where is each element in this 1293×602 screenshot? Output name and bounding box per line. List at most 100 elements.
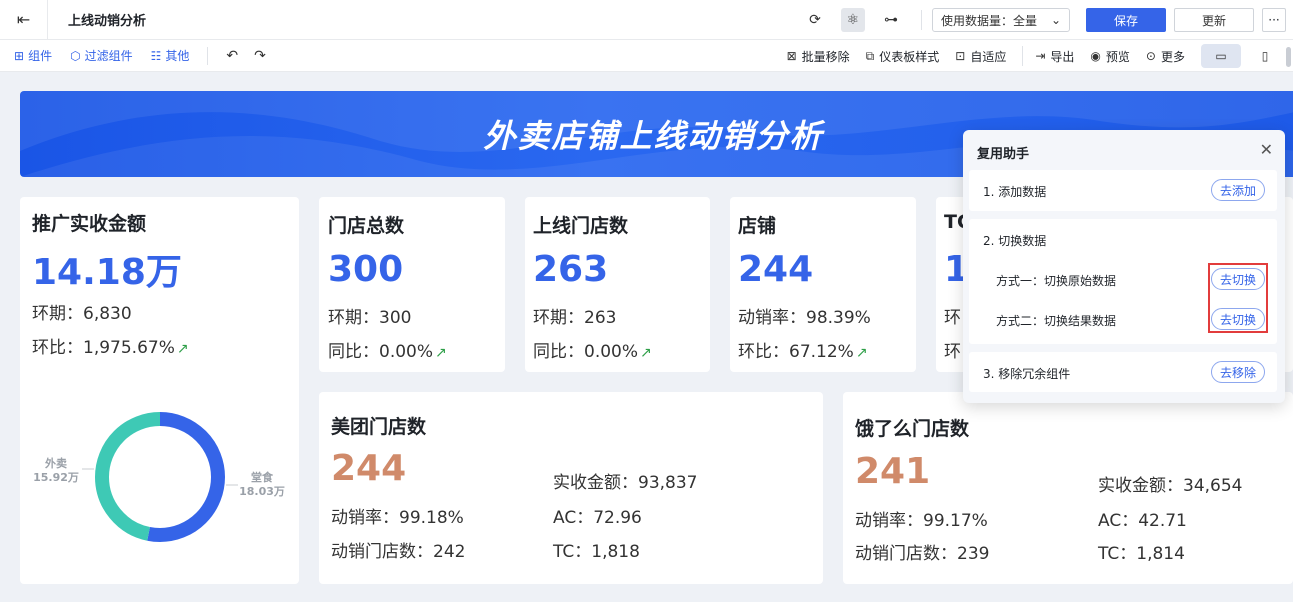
filter-component-label: 过滤组件 [84,49,133,63]
kpi-value: 244 [738,249,814,290]
dashboard-style-button[interactable]: ⧉ 仪表板样式 [866,48,940,65]
active-stores-value: 动销门店数：242 [331,542,466,562]
reuse-helper-button[interactable]: ⚛ [841,8,865,32]
refresh-icon: ⟳ [809,12,821,28]
more-label: 更多 [1160,49,1185,64]
add-data-button[interactable]: 去添加 [1211,179,1265,201]
component-icon: ⊞ [14,48,25,63]
trend-up-icon: ↗ [855,345,868,361]
step-remove-components: 3. 移除冗余组件 去移除 [969,352,1277,392]
component-label: 组件 [28,49,53,63]
card-title: 上线门店数 [533,215,629,237]
meituan-card[interactable]: 美团门店数 244 动销率：99.18% 动销门店数：242 实收金额：93,8… [319,392,823,584]
relation-button[interactable]: ⊶ [879,8,903,32]
rate-value: 动销率：99.18% [331,508,464,528]
kpi-value: 244 [331,448,407,489]
dashboard-style-label: 仪表板样式 [879,49,940,64]
online-stores-card[interactable]: 上线门店数 263 环期：263 同比：0.00% ↗ [525,197,710,372]
cube-icon: ⬡ [70,48,81,63]
scrollbar[interactable] [1286,47,1291,67]
eleme-card[interactable]: 饿了么门店数 241 动销率：99.17% 动销门店数：239 实收金额：34,… [843,392,1293,584]
amount-value: 实收金额：93,837 [553,473,698,493]
period-value: 环期：263 [533,308,617,328]
panel-title: 复用助手 [977,147,1030,162]
step-add-data: 1. 添加数据 去添加 [969,170,1277,211]
preview-button[interactable]: ◉ 预览 [1090,48,1130,65]
shops-card[interactable]: 店铺 244 动销率：98.39% 环比：67.12% ↗ [730,197,916,372]
donut-chart [82,412,238,542]
divider [1022,46,1024,66]
yoy-line: 同比：0.00% ↗ [533,337,652,362]
donut-label-dinein: 堂食 18.03万 [238,471,286,499]
export-button[interactable]: ⇥ 导出 [1035,48,1074,65]
reuse-helper-panel: 复用助手 ✕ 1. 添加数据 去添加 2. 切换数据 方式一：切换原始数据 去切… [963,130,1285,403]
card-title: 饿了么门店数 [855,418,970,440]
period-value: 环 [944,308,961,328]
yoy-value: 同比：0.00% [328,342,434,362]
more-button[interactable]: ⊙ 更多 [1146,48,1185,65]
step-title: 2. 切换数据 [983,234,1047,248]
rate-value: 动销率：98.39% [738,308,871,328]
period-value: 环期：300 [328,308,412,328]
export-label: 导出 [1050,49,1075,64]
undo-icon[interactable]: ↶ [226,48,238,64]
donut-label-value: 15.92万 [33,471,79,484]
remove-components-button[interactable]: 去移除 [1211,361,1265,383]
promo-amount-card[interactable]: 推广实收金额 14.18万 环期：6,830 环比：1,975.67% ↗ 外卖 … [20,197,299,584]
total-stores-card[interactable]: 门店总数 300 环期：300 同比：0.00% ↗ [319,197,505,372]
refresh-button[interactable]: ⟳ [803,8,827,32]
more-menu-button[interactable]: ··· [1262,8,1286,32]
atom-icon: ⚛ [846,12,860,28]
page-title: 上线动销分析 [68,14,147,29]
exit-button[interactable]: ⇤ [0,0,48,40]
other-icon: ☷ [150,48,162,63]
amount-value: 实收金额：34,654 [1098,476,1243,496]
update-button[interactable]: 更新 [1174,8,1254,32]
adaptive-label: 自适应 [970,49,1007,64]
yoy-line: 同比：0.00% ↗ [328,337,447,362]
tc-value: TC：1,818 [553,542,640,562]
remove-box-icon: ⊠ [786,49,797,63]
ac-value: AC：42.71 [1098,511,1187,531]
donut-label-name: 堂食 [251,471,273,484]
desktop-view-button[interactable]: ▭ [1201,44,1241,68]
filter-component-menu[interactable]: ⬡ 过滤组件 [70,47,133,64]
kpi-value: 263 [533,249,609,290]
redo-icon[interactable]: ↷ [254,48,266,64]
trend-up-icon: ↗ [435,345,447,361]
batch-remove-label: 批量移除 [801,49,850,64]
toolbar: ⊞ 组件 ⬡ 过滤组件 ☷ 其他 ↶ ↷ ⊠ 批量移除 ⧉ 仪表板样式 ⊡ 自适… [0,40,1293,72]
ratio-value: 环 [944,342,961,362]
component-menu[interactable]: ⊞ 组件 [14,47,52,64]
divider [207,46,209,65]
yoy-value: 同比：0.00% [533,342,639,362]
save-button[interactable]: 保存 [1086,8,1166,32]
top-header: ⇤ 上线动销分析 ⟳ ⚛ ⊶ 使用数据量：全量 ⌄ 保存 更新 ··· [0,0,1293,40]
switch-way-1-label: 方式一：切换原始数据 [996,274,1117,288]
card-title: 门店总数 [328,215,405,237]
ratio-line: 环比：67.12% ↗ [738,337,868,362]
tc-value: TC：1,814 [1098,544,1185,564]
phone-icon: ▯ [1261,49,1269,63]
export-icon: ⇥ [1035,49,1046,63]
donut-label-takeout: 外卖 15.92万 [32,457,80,485]
adaptive-button[interactable]: ⊡ 自适应 [955,48,1006,65]
ratio-value: 环比：67.12% [738,342,854,362]
adaptive-icon: ⊡ [955,49,966,63]
other-menu[interactable]: ☷ 其他 [151,47,190,64]
highlight-box [1208,263,1268,333]
trend-up-icon: ↗ [640,345,652,361]
close-icon[interactable]: ✕ [1260,140,1273,159]
exit-icon: ⇤ [16,10,31,29]
preview-label: 预览 [1105,49,1130,64]
donut-label-name: 外卖 [45,457,67,470]
rate-value: 动销率：99.17% [855,511,988,531]
kpi-value: 241 [855,451,931,492]
card-title: 店铺 [738,215,777,237]
switch-way-2-label: 方式二：切换结果数据 [996,314,1117,328]
data-usage-select[interactable]: 使用数据量：全量 ⌄ [932,8,1070,32]
batch-remove-button[interactable]: ⊠ 批量移除 [787,48,850,65]
mobile-view-button[interactable]: ▯ [1245,44,1285,68]
divider [921,10,922,30]
chevron-down-icon: ⌄ [1050,13,1061,27]
